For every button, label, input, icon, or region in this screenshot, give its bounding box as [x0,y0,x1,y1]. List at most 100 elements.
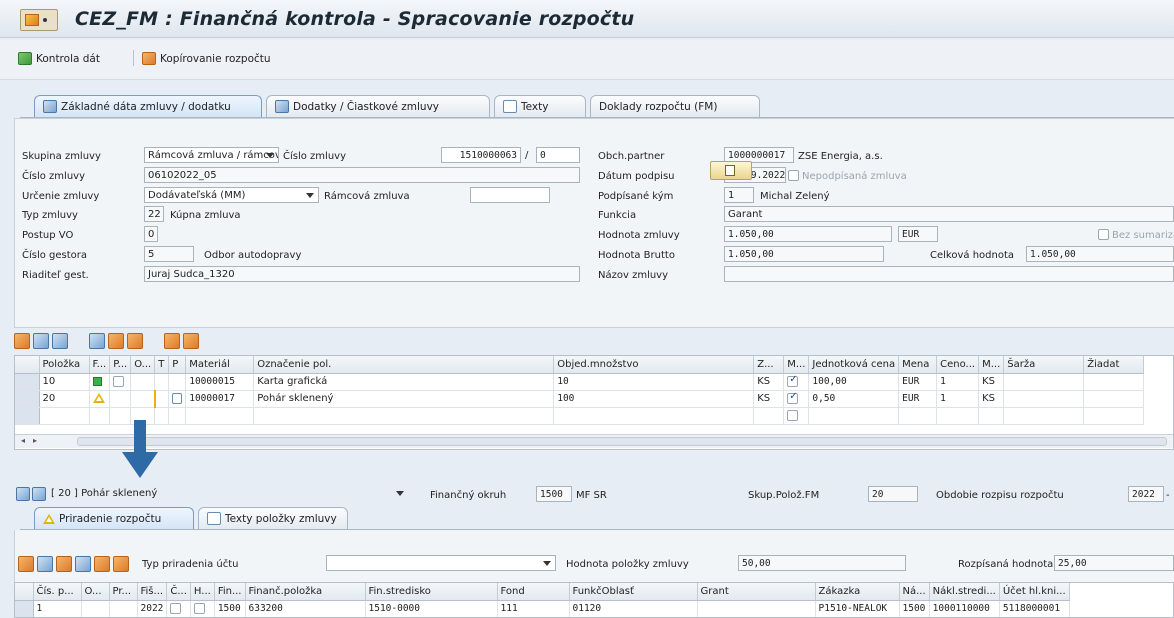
details-icon[interactable] [14,333,30,349]
column-header[interactable]: Mena [898,356,938,374]
contract-type-code[interactable]: 22 [144,206,164,222]
table-row[interactable] [15,407,1145,425]
column-header[interactable]: F... [89,356,111,374]
contract-value-field[interactable]: 1.050,00 [724,226,892,242]
sap-menu-icon[interactable] [20,9,58,31]
row-selector[interactable] [15,407,40,425]
column-header[interactable]: Fin... [214,583,246,601]
column-header[interactable]: O... [130,356,156,374]
column-header[interactable]: Ceno... [936,356,980,374]
contract-purpose-select[interactable]: Dodávateľská (MM) [144,187,319,203]
edit-icon[interactable] [164,333,180,349]
insert-icon[interactable] [183,333,199,349]
cancel-icon[interactable] [108,333,124,349]
row-selector[interactable] [15,600,34,617]
column-header[interactable]: M... [978,356,1005,374]
tab-item-texts[interactable]: Texty položky zmluvy [198,507,348,529]
total-value-field[interactable]: 1.050,00 [1026,246,1174,262]
row-selector[interactable] [15,373,40,391]
horizontal-scrollbar[interactable]: ◂ ▸ [15,434,1173,448]
column-header[interactable]: Jednotková cena [808,356,900,374]
table-row[interactable]: 10 10000015 Karta grafická 10 KS 100,00 … [15,373,1145,391]
tab-amendments[interactable]: Dodatky / Čiastkové zmluvy [266,95,490,117]
unlock-icon[interactable] [94,556,110,572]
column-header[interactable]: Čís. p... [33,583,82,601]
row-selector-header[interactable] [15,583,34,601]
column-header[interactable]: O... [81,583,110,601]
previous-item-icon[interactable] [16,487,30,501]
no-summarization-checkbox[interactable] [1098,229,1109,240]
column-header[interactable]: Ná... [899,583,930,601]
table-row[interactable]: 20 10000017 Pohár sklenený 100 KS 0,50 E… [15,390,1145,408]
partner-details-button[interactable] [710,161,752,180]
column-header[interactable]: Zákazka [815,583,900,601]
column-header[interactable]: Položka [39,356,90,374]
tab-budget-assignment[interactable]: Priradenie rozpočtu [34,507,194,529]
row-checkbox[interactable] [787,391,799,404]
tab-basic-data[interactable]: Základné dáta zmluvy / dodatku [34,95,262,117]
deselect-all-icon[interactable] [52,333,68,349]
column-header[interactable]: Šarža [1003,356,1085,374]
scroll-right-icon[interactable]: ▸ [33,436,37,445]
select-all-icon[interactable] [33,333,49,349]
unsigned-checkbox[interactable] [788,170,799,181]
copy-doc-icon[interactable] [172,392,183,404]
column-header[interactable]: FunkčOblasť [569,583,698,601]
row-checkbox[interactable] [787,409,799,421]
contract-name-field[interactable] [724,266,1174,282]
column-header[interactable]: Č... [166,583,191,601]
select-all-icon[interactable] [37,556,53,572]
contract-number-suffix-field[interactable]: 0 [536,147,580,163]
budget-period-field[interactable]: 2022 [1128,486,1164,502]
function-field[interactable]: Garant [724,206,1174,222]
row-selector[interactable] [15,390,40,408]
item-group-field[interactable]: 20 [868,486,918,502]
column-header[interactable]: Označenie pol. [253,356,555,374]
item-select[interactable]: [ 20 ] Pohár sklenený [48,486,408,502]
contract-number-field[interactable]: 1510000063 [441,147,521,163]
unlock-icon[interactable] [127,333,143,349]
signed-by-code[interactable]: 1 [724,187,754,203]
column-header[interactable]: H... [190,583,215,601]
currency-field[interactable]: EUR [898,226,938,242]
contract-group-select[interactable]: Rámcová zmluva / rámcová ... [144,147,279,163]
delete-icon[interactable] [89,333,105,349]
financial-area-field[interactable]: 1500 [536,486,572,502]
table-row[interactable]: 1 2022 1500 633200 1510-0000 111 01120 P… [15,600,1070,617]
scroll-thumb[interactable] [77,437,1167,446]
procurement-field[interactable]: 0 [144,226,158,242]
framework-contract-field[interactable] [470,187,550,203]
column-header[interactable]: Nákl.stredi... [929,583,1000,601]
column-header[interactable]: Materiál [185,356,255,374]
column-header[interactable]: Objed.množstvo [553,356,755,374]
column-header[interactable]: P... [109,356,132,374]
scroll-left-icon[interactable]: ◂ [21,436,25,445]
cell-checkbox[interactable] [113,375,125,387]
column-header[interactable]: Fiš... [137,583,168,601]
account-assignment-type-select[interactable] [326,555,556,571]
column-header[interactable]: Pr... [109,583,138,601]
details-icon[interactable] [18,556,34,572]
transfer-icon[interactable] [113,556,129,572]
tab-budget-documents[interactable]: Doklady rozpočtu (FM) [590,95,760,117]
copy-budget-button[interactable]: Kopírovanie rozpočtu [142,52,271,65]
column-header[interactable]: Fond [497,583,570,601]
contract-id-field[interactable]: 06102022_05 [144,167,580,183]
row-selector-header[interactable] [15,356,40,374]
item-value-field[interactable]: 50,00 [738,555,906,571]
data-check-button[interactable]: Kontrola dát [18,52,100,65]
column-header[interactable]: Grant [697,583,816,601]
next-item-icon[interactable] [32,487,46,501]
column-header[interactable]: Žiadat [1083,356,1145,374]
column-header[interactable]: Finanč.položka [245,583,366,601]
copy-icon[interactable] [75,556,91,572]
distributed-value-field[interactable]: 25,00 [1054,555,1174,571]
column-header[interactable]: Účet hl.kni... [999,583,1070,601]
cell-checkbox[interactable] [193,602,205,614]
cell-checkbox[interactable] [170,602,182,614]
row-checkbox[interactable] [787,374,799,387]
column-header[interactable]: Z... [753,356,785,374]
distribute-icon[interactable] [56,556,72,572]
column-header[interactable]: T [154,356,170,374]
tab-texts[interactable]: Texty [494,95,586,117]
